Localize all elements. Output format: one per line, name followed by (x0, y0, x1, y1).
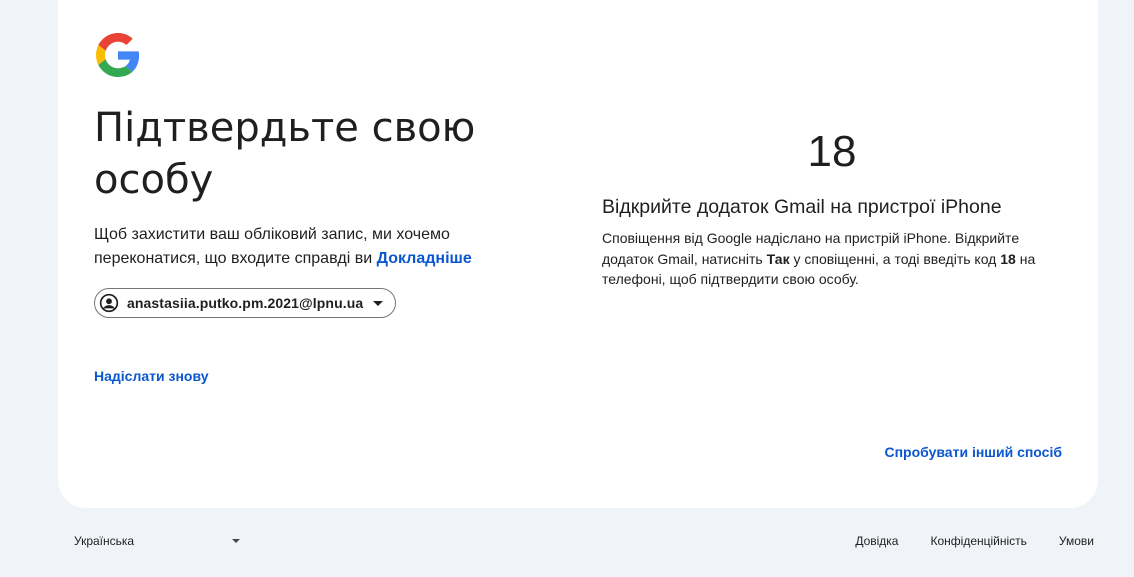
instructions-code: 18 (1000, 250, 1016, 267)
instructions-text-2: у сповіщенні, а тоді введіть код (789, 250, 1001, 267)
verification-heading: Відкрийте додаток Gmail на пристрої iPho… (602, 196, 1002, 218)
google-logo (96, 33, 140, 77)
learn-more-link[interactable]: Докладніше (377, 250, 472, 267)
chevron-down-icon (232, 539, 240, 543)
account-email: anastasiia.putko.pm.2021@lpnu.ua (127, 295, 364, 311)
instructions-yes: Так (766, 250, 790, 267)
page-subtitle: Щоб захистити ваш обліковий запис, ми хо… (94, 223, 514, 271)
help-link[interactable]: Довідка (855, 534, 898, 548)
chevron-down-icon (373, 300, 384, 306)
resend-button[interactable]: Надіслати знову (94, 368, 209, 384)
page-title: Підтвердьте свою особу (94, 105, 476, 203)
language-label: Українська (74, 534, 135, 548)
try-another-way-button[interactable]: Спробувати інший спосіб (884, 444, 1062, 460)
privacy-link[interactable]: Конфіденційність (930, 534, 1026, 548)
terms-link[interactable]: Умови (1059, 534, 1094, 548)
verification-code: 18 (807, 127, 857, 176)
footer-links: Довідка Конфіденційність Умови (823, 527, 1094, 555)
verification-instructions: Сповіщення від Google надіслано на прист… (602, 228, 1062, 290)
language-selector[interactable]: Українська (60, 527, 250, 555)
account-chip[interactable]: anastasiia.putko.pm.2021@lpnu.ua (94, 288, 397, 318)
account-circle-icon (99, 293, 119, 313)
